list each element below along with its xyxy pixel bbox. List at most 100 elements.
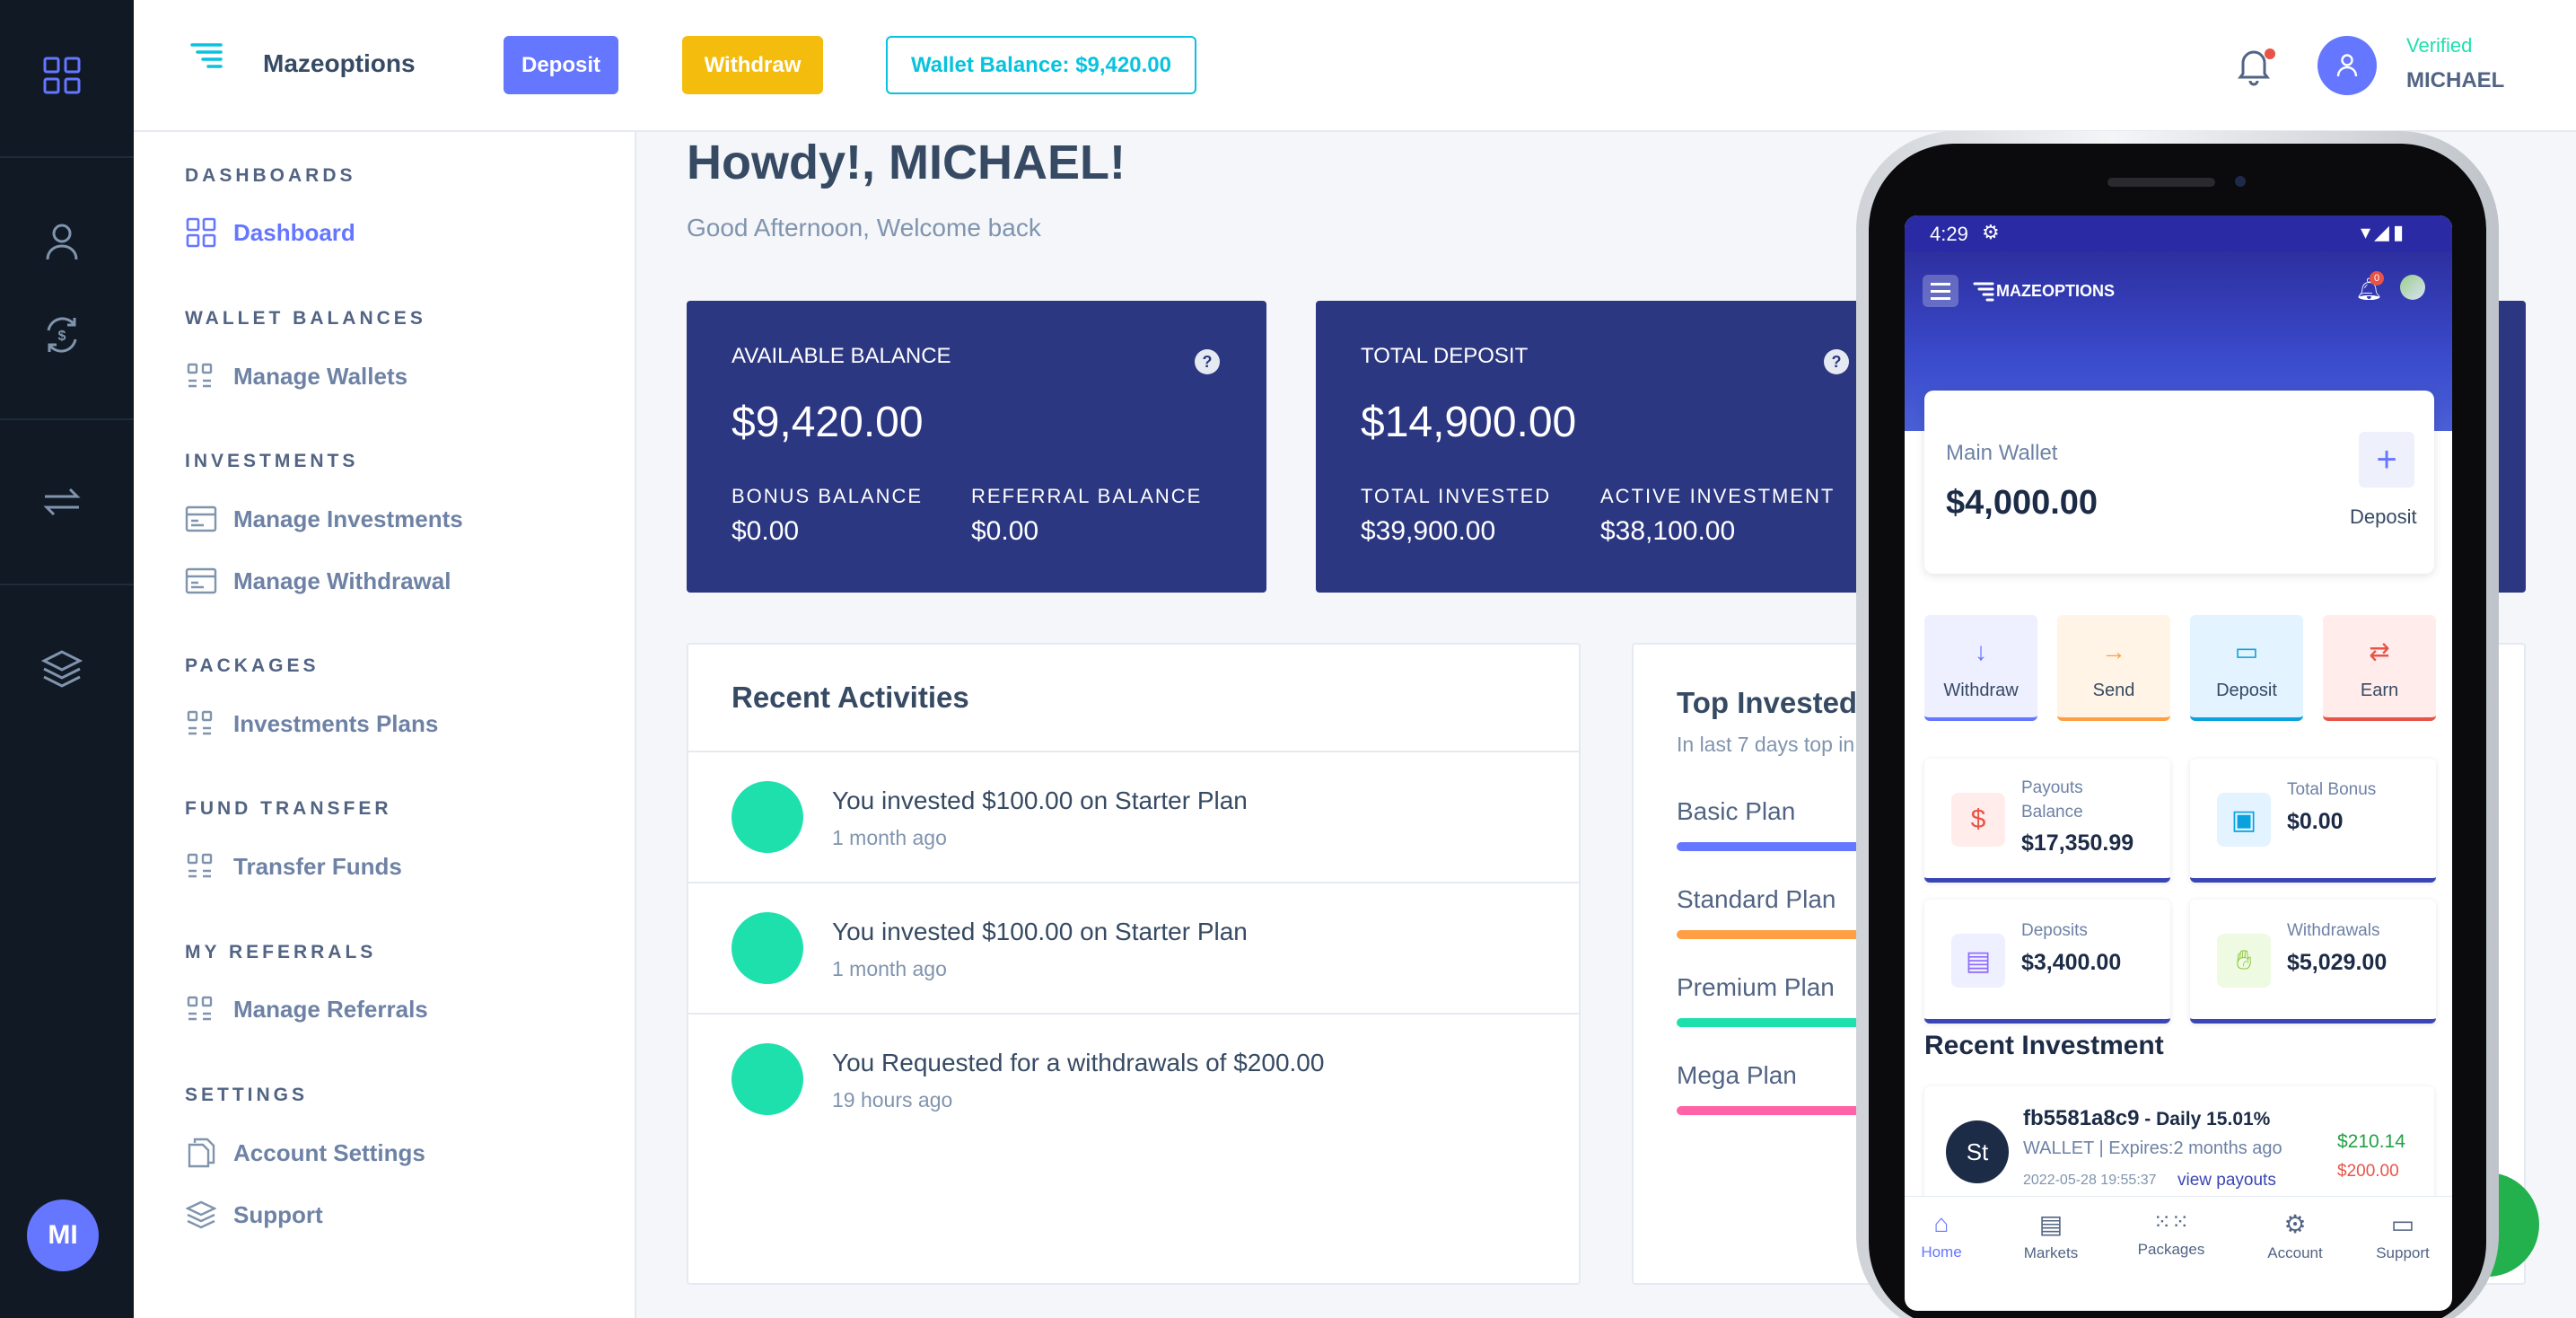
phone-camera — [2235, 176, 2246, 187]
phone-tab-bar: ⌂ Home ▤ Markets ⁙⁙ Packages ⚙ Account ▭… — [1905, 1196, 2452, 1286]
stat-deposits[interactable]: ▤ Deposits $3,400.00 — [1924, 900, 2170, 1024]
sidebar-section-title: WALLET BALANCES — [185, 308, 426, 329]
help-icon[interactable]: ? — [1824, 349, 1849, 374]
stat-payouts-balance[interactable]: $ Payouts Balance $17,350.99 — [1924, 759, 2170, 883]
receipt-icon: ▤ — [1951, 934, 2005, 988]
tab-label: Account — [2267, 1244, 2323, 1261]
list-item[interactable]: You Requested for a withdrawals of $200.… — [688, 1013, 1579, 1144]
stat-value: $17,350.99 — [2021, 830, 2134, 856]
grid-list-icon — [185, 707, 217, 740]
sidebar-item-dashboard[interactable]: Dashboard — [185, 215, 355, 250]
investment-amount-down: $200.00 — [2337, 1162, 2399, 1181]
sidebar-item-investment-plans[interactable]: Investments Plans — [185, 706, 438, 742]
quick-action-deposit[interactable]: ▭ Deposit — [2190, 615, 2303, 721]
tab-support[interactable]: ▭ Support — [2353, 1209, 2452, 1262]
sidebar-item-manage-referrals[interactable]: Manage Referrals — [185, 991, 428, 1027]
card-sub-value: $0.00 — [732, 516, 800, 546]
help-icon[interactable]: ? — [1195, 349, 1220, 374]
rail-divider — [0, 156, 134, 158]
wallet-label: Main Wallet — [1946, 441, 2058, 465]
credit-card-icon: ▭ — [2234, 637, 2259, 665]
avatar[interactable] — [2400, 275, 2425, 300]
plus-icon[interactable]: + — [2359, 432, 2414, 488]
quick-action-send[interactable]: → Send — [2057, 615, 2170, 721]
card-title: AVAILABLE BALANCE — [732, 344, 951, 368]
panel-title: Top Invested I — [1677, 686, 1874, 719]
tab-markets[interactable]: ▤ Markets — [2002, 1209, 2100, 1262]
quick-action-label: Deposit — [2216, 681, 2277, 700]
list-item[interactable]: You invested $100.00 on Starter Plan 1 m… — [688, 882, 1579, 1013]
quick-action-label: Send — [2092, 681, 2135, 700]
layers-icon — [185, 1199, 217, 1231]
wallet-value: $4,000.00 — [1946, 484, 2098, 522]
investment-title: fb5581a8c9 - Daily 15.01% — [2023, 1106, 2270, 1131]
stat-withdrawals[interactable]: ✋︎ Withdrawals $5,029.00 — [2190, 900, 2436, 1024]
user-icon[interactable] — [39, 219, 84, 264]
sidebar-item-support[interactable]: Support — [185, 1197, 323, 1233]
money-bag-icon: $ — [1951, 793, 2005, 847]
tab-label: Home — [1921, 1243, 1962, 1261]
sidebar-section-title: INVESTMENTS — [185, 451, 359, 471]
card-value: $9,420.00 — [732, 399, 924, 446]
wallet-deposit-link[interactable]: Deposit — [2350, 505, 2417, 529]
activity-avatar — [732, 912, 803, 984]
sidebar-item-label: Account Settings — [233, 1138, 425, 1166]
grid-list-icon — [185, 360, 217, 392]
arrow-right-icon: → — [2101, 637, 2126, 665]
quick-action-withdraw[interactable]: ↓ Withdraw — [1924, 615, 2037, 721]
username[interactable]: MICHAEL — [2406, 68, 2504, 93]
exchange-dollar-icon[interactable]: $ — [39, 312, 84, 357]
tab-home[interactable]: ⌂ Home — [1905, 1209, 1991, 1261]
sidebar-item-label: Support — [233, 1200, 323, 1228]
brand-logo-icon[interactable] — [189, 40, 225, 75]
transfer-arrows-icon[interactable] — [39, 479, 84, 524]
hamburger-menu-icon[interactable] — [1923, 275, 1958, 307]
deposit-button[interactable]: Deposit — [504, 36, 618, 94]
tab-packages[interactable]: ⁙⁙ Packages — [2122, 1209, 2221, 1259]
activity-time: 1 month ago — [832, 957, 947, 980]
sidebar-item-manage-wallets[interactable]: Manage Wallets — [185, 358, 407, 394]
phone-screen: 4:29 ⚙ ▾◢▮ MAZEOPTIONS 🔔︎ 0 Main Wallet … — [1905, 215, 2452, 1311]
card-icon — [185, 503, 217, 535]
wallet-balance-button[interactable]: Wallet Balance: $9,420.00 — [886, 36, 1196, 94]
sidebar-item-label: Manage Withdrawal — [233, 567, 451, 594]
withdraw-button[interactable]: Withdraw — [682, 36, 823, 94]
card-sub-value: $38,100.00 — [1600, 516, 1736, 546]
card-sub-label: BONUS BALANCE — [732, 485, 924, 507]
card-icon — [185, 565, 217, 597]
gear-icon: ⚙ — [1982, 221, 2000, 243]
dashboard-grid-icon[interactable] — [39, 53, 84, 98]
sidebar-section-title: SETTINGS — [185, 1085, 309, 1105]
sidebar-section-title: MY REFERRALS — [185, 942, 377, 962]
investment-item[interactable]: St fb5581a8c9 - Daily 15.01% WALLET | Ex… — [1924, 1086, 2434, 1212]
plan-name: Basic Plan — [1677, 797, 1796, 825]
investment-meta: WALLET | Expires:2 months ago — [2023, 1138, 2282, 1158]
page-title: Howdy!, MICHAEL! — [687, 136, 1126, 189]
sidebar-item-manage-investments[interactable]: Manage Investments — [185, 501, 463, 537]
sidebar-item-label: Manage Wallets — [233, 362, 408, 390]
card-sub-label: REFERRAL BALANCE — [971, 485, 1203, 507]
sidebar-item-account-settings[interactable]: Account Settings — [185, 1135, 425, 1171]
gear-icon: ⚙ — [2283, 1210, 2307, 1238]
list-item[interactable]: You invested $100.00 on Starter Plan 1 m… — [688, 751, 1579, 882]
notification-dot — [2265, 48, 2275, 59]
available-balance-card: AVAILABLE BALANCE ? $9,420.00 BONUS BALA… — [687, 301, 1266, 593]
sidebar-item-transfer-funds[interactable]: Transfer Funds — [185, 848, 402, 884]
icon-rail: $ MI — [0, 0, 134, 1318]
investment-rate: - Daily 15.01% — [2139, 1109, 2271, 1129]
stat-total-bonus[interactable]: ▣ Total Bonus $0.00 — [2190, 759, 2436, 883]
user-avatar[interactable] — [2318, 36, 2377, 95]
layers-icon[interactable] — [39, 646, 84, 691]
rail-divider — [0, 418, 134, 420]
recent-activities-panel: Recent Activities You invested $100.00 o… — [687, 643, 1581, 1285]
sidebar-item-manage-withdrawal[interactable]: Manage Withdrawal — [185, 563, 451, 599]
top-header: Mazeoptions Deposit Withdraw Wallet Bala… — [134, 0, 2576, 132]
tab-account[interactable]: ⚙ Account — [2246, 1209, 2344, 1262]
view-payouts-link[interactable]: view payouts — [2177, 1171, 2276, 1191]
svg-text:$: $ — [58, 329, 66, 344]
brand-name[interactable]: Mazeoptions — [263, 49, 416, 78]
avatar[interactable]: MI — [27, 1199, 99, 1271]
card-icon: ▭ — [2390, 1210, 2415, 1238]
quick-action-earn[interactable]: ⇄ Earn — [2323, 615, 2436, 721]
page-subtitle: Good Afternoon, Welcome back — [687, 214, 1041, 242]
